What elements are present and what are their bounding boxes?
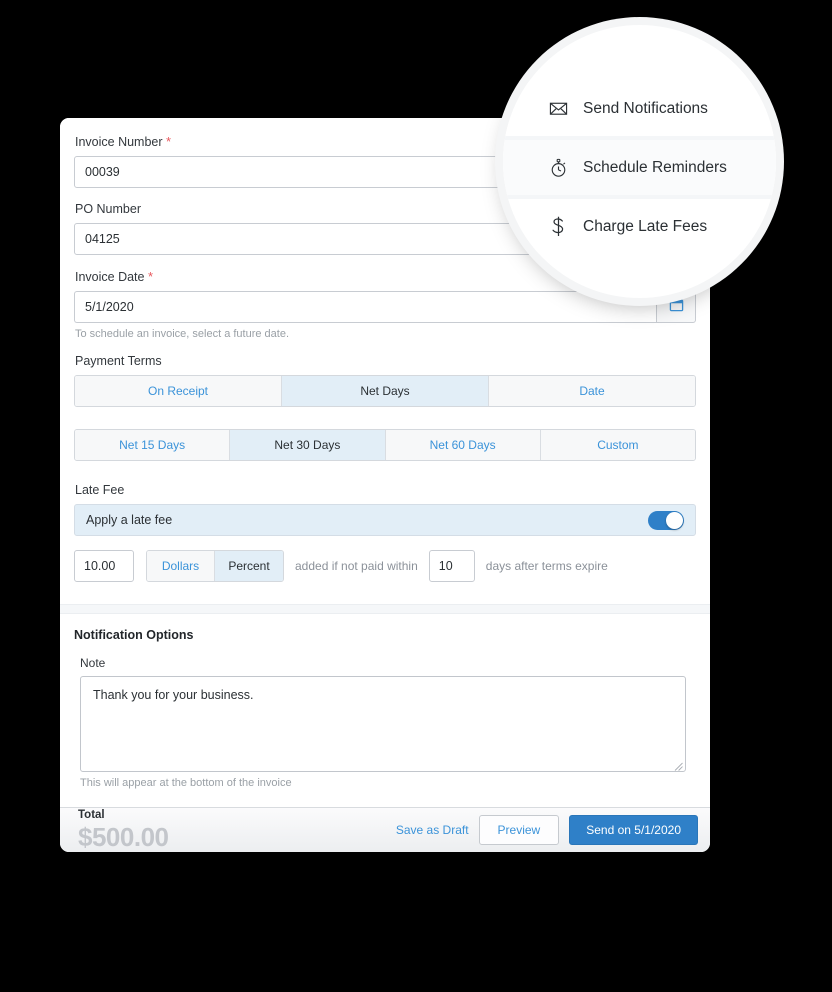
note-textarea[interactable]: Thank you for your business. <box>80 676 686 772</box>
late-fee-unit-percent[interactable]: Percent <box>215 551 283 581</box>
notification-options-title: Notification Options <box>74 628 194 642</box>
menu-item-schedule-reminders[interactable]: Schedule Reminders <box>503 140 776 195</box>
footer-actions: Save as Draft Preview Send on 5/1/2020 <box>396 815 698 845</box>
note-label: Note <box>80 656 106 670</box>
total-block: Total $500.00 <box>78 809 169 852</box>
late-fee-mid-text: added if not paid within <box>295 559 418 573</box>
payment-terms-label: Payment Terms <box>75 354 162 368</box>
late-fee-amount-input[interactable]: 10.00 <box>74 550 134 582</box>
net-days-option-15[interactable]: Net 15 Days <box>75 430 231 460</box>
menu-item-send-notifications[interactable]: Send Notifications <box>503 81 776 136</box>
notification-options-section: Notification Options Note Thank you for … <box>60 614 710 807</box>
late-fee-tail-text: days after terms expire <box>485 559 608 573</box>
payment-terms-option-date[interactable]: Date <box>489 376 695 406</box>
late-fee-toggle-row[interactable]: Apply a late fee <box>74 504 696 536</box>
net-days-segmented-control: Net 15 Days Net 30 Days Net 60 Days Cust… <box>74 429 696 461</box>
late-fee-days-input[interactable]: 10 <box>428 550 475 582</box>
late-fee-label: Late Fee <box>75 483 125 497</box>
late-fee-toggle-label: Apply a late fee <box>86 513 173 527</box>
invoice-date-help: To schedule an invoice, select a future … <box>75 328 290 340</box>
note-help-text: This will appear at the bottom of the in… <box>80 777 292 789</box>
field-payment-terms: Payment Terms On Receipt Net Days Date <box>74 354 696 407</box>
required-asterisk: * <box>147 269 154 284</box>
dollar-sign-icon <box>545 216 571 237</box>
envelope-icon <box>545 99 571 118</box>
required-asterisk: * <box>166 134 172 149</box>
net-days-option-60[interactable]: Net 60 Days <box>385 430 541 460</box>
total-value: $500.00 <box>78 821 169 852</box>
calendar-icon <box>669 297 684 317</box>
payment-terms-segmented-control: On Receipt Net Days Date <box>74 375 696 407</box>
late-fee-toggle[interactable] <box>648 510 684 530</box>
menu-item-label: Charge Late Fees <box>583 217 708 235</box>
payment-terms-option-net-days[interactable]: Net Days <box>282 376 489 406</box>
lens-content: Send Notifications Schedule Reminders Ch… <box>503 25 776 298</box>
toggle-knob <box>666 511 683 529</box>
payment-terms-option-on-receipt[interactable]: On Receipt <box>75 376 282 406</box>
resize-handle-icon[interactable] <box>674 760 683 771</box>
send-invoice-button[interactable]: Send on 5/1/2020 <box>569 815 698 845</box>
net-days-option-30[interactable]: Net 30 Days <box>230 430 386 460</box>
invoice-footer: Total $500.00 Save as Draft Preview Send… <box>60 807 710 852</box>
late-fee-details-row: 10.00 Dollars Percent added if not paid … <box>74 550 696 582</box>
total-label: Total <box>78 809 105 822</box>
menu-item-charge-late-fees[interactable]: Charge Late Fees <box>503 199 776 254</box>
notification-actions-menu: Send Notifications Schedule Reminders Ch… <box>503 81 776 254</box>
late-fee-unit-dollars[interactable]: Dollars <box>147 551 215 581</box>
magnifier-lens: Send Notifications Schedule Reminders Ch… <box>503 25 776 298</box>
menu-item-label: Schedule Reminders <box>583 158 727 176</box>
invoice-date-label-text: Invoice Date <box>75 270 145 284</box>
save-as-draft-button[interactable]: Save as Draft <box>396 823 469 837</box>
menu-item-label: Send Notifications <box>583 99 708 117</box>
note-text: Thank you for your business. <box>93 688 254 702</box>
field-late-fee: Late Fee Apply a late fee 10.00 Dollars … <box>74 483 696 582</box>
stopwatch-icon <box>545 158 571 178</box>
section-divider <box>60 604 710 614</box>
net-days-option-custom[interactable]: Custom <box>540 430 695 460</box>
preview-button[interactable]: Preview <box>478 815 560 845</box>
invoice-number-label-text: Invoice Number <box>75 135 163 149</box>
late-fee-unit-segmented-control: Dollars Percent <box>146 550 284 582</box>
